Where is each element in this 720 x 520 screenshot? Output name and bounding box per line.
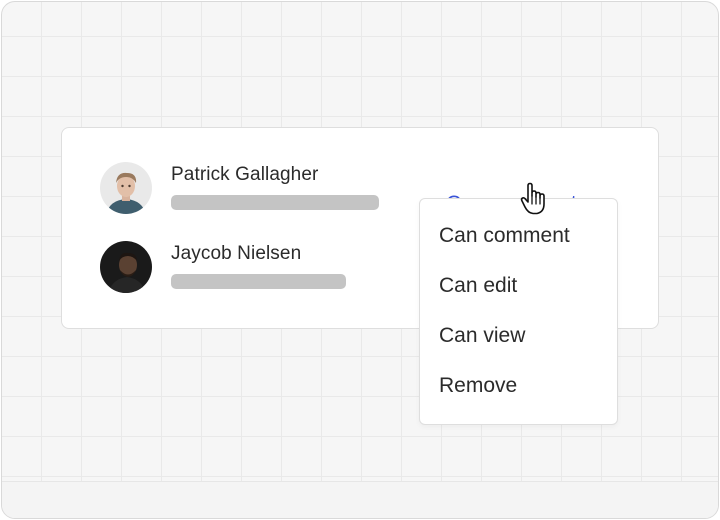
menu-item-can-comment[interactable]: Can comment: [439, 224, 570, 248]
menu-item-remove[interactable]: Remove: [439, 374, 517, 398]
permission-menu: Can comment Can edit Can view Remove: [419, 198, 618, 425]
avatar: [100, 162, 152, 214]
member-name: Jaycob Nielsen: [171, 243, 302, 264]
bottom-band: [2, 481, 718, 518]
member-name: Patrick Gallagher: [171, 164, 319, 185]
menu-item-can-edit[interactable]: Can edit: [439, 274, 517, 298]
member-email-placeholder: [171, 195, 379, 210]
member-email-placeholder: [171, 274, 346, 289]
avatar: [100, 241, 152, 293]
menu-item-can-view[interactable]: Can view: [439, 324, 525, 348]
